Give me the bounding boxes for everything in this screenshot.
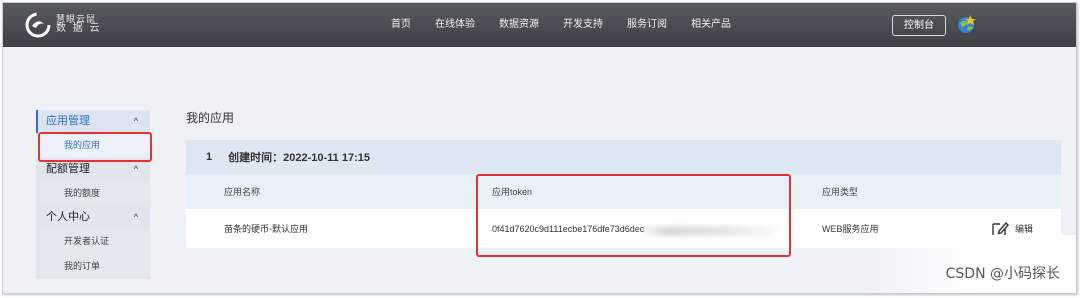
sidebar: 应用管理 ^ 我的应用 配额管理 ^ 我的额度 个人中心 ^ 开发者认证 我的订… — [36, 110, 150, 279]
sidebar-group-label: 配额管理 — [46, 163, 90, 175]
page-title: 我的应用 — [186, 111, 235, 125]
app-created-time: 创建时间：2022-10-11 17:15 — [228, 152, 370, 164]
app-panel-header: 1 创建时间：2022-10-11 17:15 — [186, 140, 1061, 174]
app-index: 1 — [206, 151, 213, 163]
edit-label: 编辑 — [1015, 224, 1034, 234]
console-button[interactable]: 控制台 — [892, 15, 946, 36]
chevron-up-icon: ^ — [133, 164, 138, 174]
globe-avatar-icon[interactable] — [955, 13, 977, 35]
sidebar-item-my-orders[interactable]: 我的订单 — [36, 254, 150, 279]
swirl-logo-icon — [25, 12, 51, 38]
brand-logo[interactable]: 慧眼云鼠 数 据 云 — [25, 12, 102, 38]
sidebar-group-app-management[interactable]: 应用管理 ^ — [36, 110, 150, 133]
main-nav: 首页 在线体验 数据资源 开发支持 服务订阅 相关产品 — [391, 3, 755, 47]
nav-service-subscription[interactable]: 服务订阅 — [627, 3, 667, 47]
token-redaction-blur — [640, 226, 776, 236]
brand-line-2: 数 据 云 — [56, 23, 102, 35]
watermark: CSDN @小码探长 — [945, 266, 1060, 282]
nav-dev-support[interactable]: 开发支持 — [563, 3, 603, 47]
sidebar-item-my-quota[interactable]: 我的额度 — [36, 181, 150, 206]
sidebar-item-my-apps[interactable]: 我的应用 — [36, 133, 150, 158]
app-panel: 1 创建时间：2022-10-11 17:15 应用名称 应用token 应用类… — [186, 140, 1061, 248]
brand-text: 慧眼云鼠 数 据 云 — [56, 14, 102, 35]
sidebar-group-label: 个人中心 — [46, 211, 90, 223]
table-header: 应用名称 应用token 应用类型 — [186, 174, 1061, 209]
browser-frame: 慧眼云鼠 数 据 云 首页 在线体验 数据资源 开发支持 服务订阅 相关产品 控… — [2, 2, 1077, 294]
app-type-cell: WEB服务应用 — [822, 224, 879, 234]
nav-online-demo[interactable]: 在线体验 — [435, 3, 475, 47]
chevron-up-icon: ^ — [133, 116, 138, 126]
sidebar-group-label: 应用管理 — [46, 115, 90, 127]
column-app-type: 应用类型 — [822, 187, 859, 197]
column-app-token: 应用token — [492, 187, 533, 197]
top-navbar: 慧眼云鼠 数 据 云 首页 在线体验 数据资源 开发支持 服务订阅 相关产品 控… — [3, 3, 1076, 47]
sidebar-group-personal-center[interactable]: 个人中心 ^ — [36, 206, 150, 229]
nav-home[interactable]: 首页 — [391, 3, 411, 47]
chevron-up-icon: ^ — [133, 212, 138, 222]
sidebar-item-dev-certification[interactable]: 开发者认证 — [36, 229, 150, 254]
nav-related-products[interactable]: 相关产品 — [691, 3, 731, 47]
column-app-name: 应用名称 — [224, 187, 261, 197]
app-token-cell: 0f41d7620c9d111ecbe176dfe73d6dec — [492, 223, 645, 234]
nav-data-resources[interactable]: 数据资源 — [499, 3, 539, 47]
app-name-cell: 苗条的硬币-默认应用 — [224, 224, 308, 234]
sidebar-group-quota-management[interactable]: 配额管理 ^ — [36, 158, 150, 181]
